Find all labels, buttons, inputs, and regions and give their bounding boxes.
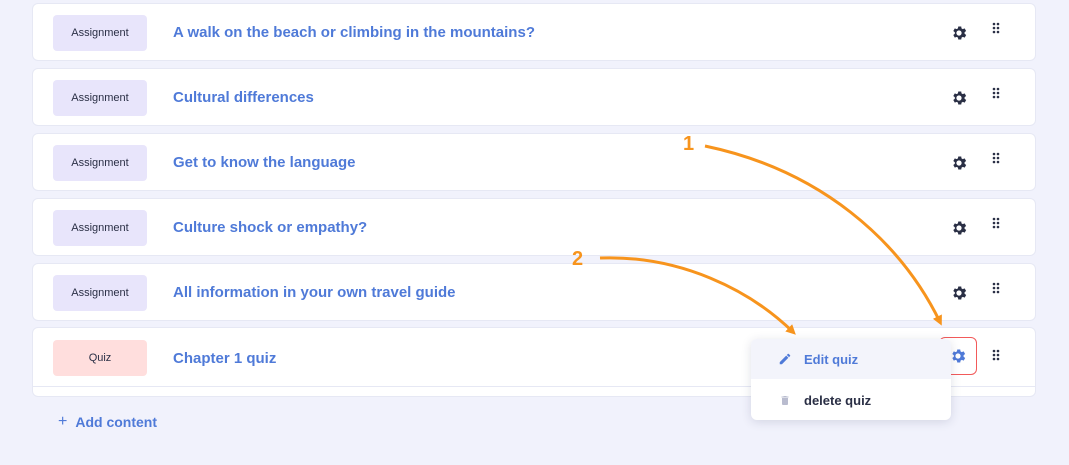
annotation-label-2: 2 — [572, 248, 584, 270]
annotation-arrows — [599, 144, 942, 335]
annotation-arrow-2 — [599, 256, 796, 335]
annotation-label-1: 1 — [683, 133, 695, 155]
annotation-arrow-1 — [704, 144, 942, 326]
